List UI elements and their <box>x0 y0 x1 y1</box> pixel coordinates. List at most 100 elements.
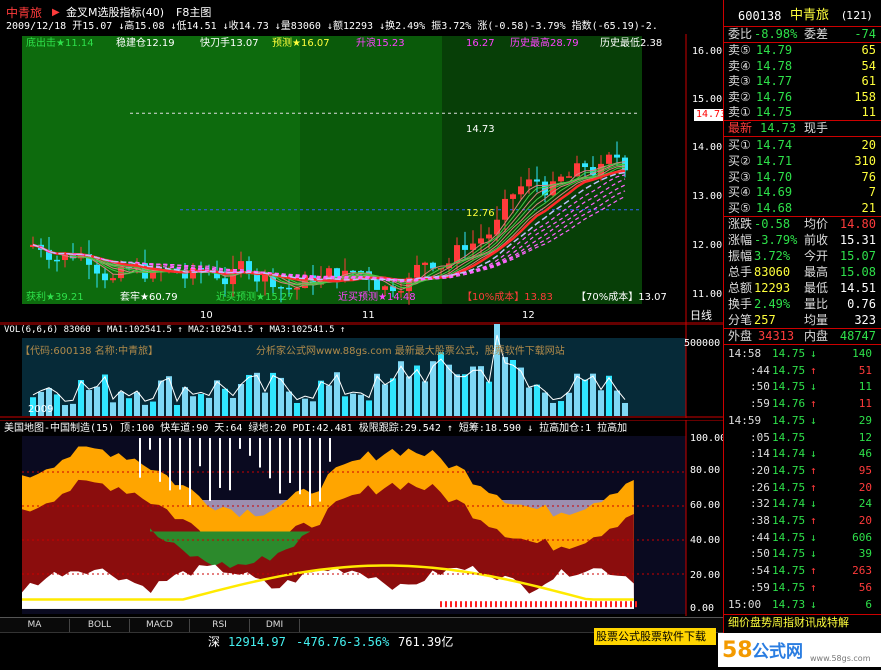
ask-vol: 65 <box>861 43 876 57</box>
tab-rsi[interactable]: RSI <box>190 619 250 632</box>
ask-row[interactable]: 卖① 14.75 11 <box>724 104 881 120</box>
label-jinmai2: 近买预测★14.48 <box>338 292 416 303</box>
level-lower-label: 12.76 <box>466 208 495 219</box>
index-value: 12914.97 <box>228 635 286 649</box>
volume-bar <box>550 402 556 416</box>
volume-bar <box>510 359 516 416</box>
ask-row[interactable]: 卖③ 14.77 61 <box>724 73 881 89</box>
tick-time: :26 <box>750 480 770 494</box>
bid-row[interactable]: 买⑤ 14.68 21 <box>724 200 881 216</box>
chart-label: F8主图 <box>176 6 212 19</box>
site-logo: 58 公式网 www.58gs.com <box>718 633 881 667</box>
ask-label: 卖① <box>728 105 751 120</box>
signal-tick <box>445 601 447 608</box>
weibi-label: 委比 <box>728 27 753 41</box>
panel-footer[interactable]: 细价盘势周指财讯成特解 <box>724 614 881 630</box>
signal-tick <box>515 601 517 608</box>
period-label[interactable]: 日线 <box>690 310 712 322</box>
tick-arrow: ↓ <box>810 413 817 427</box>
tick-row: :14 14.74 ↓ 46 <box>724 446 881 462</box>
weibi-value: -8.98% <box>754 27 798 41</box>
tab-boll[interactable]: BOLL <box>70 619 130 632</box>
tick-time: :44 <box>750 530 770 544</box>
volume-bar <box>174 404 180 416</box>
bid-price: 14.69 <box>756 185 793 200</box>
waipan-value: 34313 <box>758 329 795 343</box>
tick-row: :59 14.76 ↑ 11 <box>724 396 881 412</box>
panel-title: 600138 中青旅 (121) <box>724 8 881 24</box>
stat-row[interactable]: 总手 83060 最高 15.08 <box>724 264 881 280</box>
candle-body <box>614 154 620 158</box>
label-yuce: 预测★16.07 <box>272 38 330 49</box>
stock-name[interactable]: 中青旅 <box>6 7 42 19</box>
panel-footer-text[interactable]: 细价盘势周指财讯成特解 <box>728 617 849 629</box>
bid-vol: 310 <box>854 153 876 168</box>
stat-value: 323 <box>854 313 876 327</box>
bid-row[interactable]: 买① 14.74 20 <box>724 137 881 153</box>
tick-row: :50 14.75 ↓ 11 <box>724 379 881 395</box>
green-zone-2 <box>300 36 442 304</box>
stat-row[interactable]: 振幅 3.72% 今开 15.07 <box>724 248 881 264</box>
bid-vol: 7 <box>868 185 876 200</box>
ask-row[interactable]: 卖② 14.76 158 <box>724 89 881 105</box>
candle-body <box>462 245 468 250</box>
tick-vol: 6 <box>865 597 872 611</box>
stat-row[interactable]: 涨跌 -0.58 均价 14.80 <box>724 216 881 232</box>
candle-body <box>494 219 500 235</box>
bid-row[interactable]: 买③ 14.70 76 <box>724 169 881 185</box>
bid-price: 14.70 <box>756 169 793 184</box>
tick-price: 14.76 <box>772 397 806 411</box>
candle-body <box>54 259 60 262</box>
tick-time: 15:00 <box>728 597 762 611</box>
stat-row[interactable]: 涨幅 -3.79% 前收 15.31 <box>724 232 881 248</box>
tab-macd[interactable]: MACD <box>130 619 190 632</box>
bid-row[interactable]: 买② 14.71 310 <box>724 153 881 169</box>
tick-vol: 56 <box>858 580 872 594</box>
volume-bar <box>486 381 492 416</box>
volume-bar <box>566 392 572 416</box>
signal-tick <box>590 601 592 608</box>
stat-row[interactable]: 总额 12293 最低 14.51 <box>724 280 881 296</box>
indicator-arrow-icon[interactable]: ▶ <box>52 7 60 19</box>
price-chart[interactable] <box>0 34 723 324</box>
stat-label: 均价 <box>804 217 829 231</box>
volume-bar <box>326 385 332 416</box>
ask-vol: 11 <box>861 105 876 120</box>
tick-time: :54 <box>750 564 770 578</box>
volume-bar <box>62 405 68 416</box>
candle-body <box>502 198 508 220</box>
volume-bar <box>470 366 476 416</box>
label-huoli: 获利★39.21 <box>26 292 84 303</box>
volume-bar <box>382 384 388 416</box>
volume-bar <box>110 402 116 416</box>
tick-row: :44 14.75 ↑ 51 <box>724 363 881 379</box>
volume-bar <box>446 364 452 416</box>
stat-row[interactable]: 分笔 257 均量 323 <box>724 312 881 328</box>
indicator-name[interactable]: 金叉M选股指标(40) <box>66 7 164 19</box>
tick-row: :44 14.75 ↓ 606 <box>724 530 881 546</box>
ask-row[interactable]: 卖⑤ 14.79 65 <box>724 42 881 58</box>
latest-value: 14.73 <box>760 121 797 135</box>
tab-dmi[interactable]: DMI <box>250 619 300 632</box>
tick-price: 14.75 <box>772 347 806 360</box>
waipan-row: 外盘 34313 内盘 48747 <box>724 328 881 344</box>
signal-tick <box>510 601 512 608</box>
tab-ma[interactable]: MA <box>0 619 70 632</box>
stat-row[interactable]: 换手 2.49% 量比 0.76 <box>724 296 881 312</box>
tick-vol: 20 <box>858 514 872 527</box>
promo-banner[interactable]: 股票公式股票软件下载 <box>594 628 716 645</box>
candle-body <box>190 268 196 279</box>
indicator-chart[interactable] <box>0 420 723 616</box>
bid-price: 14.68 <box>756 201 793 216</box>
candle-body <box>534 179 540 182</box>
bid-row[interactable]: 买④ 14.69 7 <box>724 184 881 200</box>
tick-vol: 606 <box>852 530 872 544</box>
volume-bar <box>454 374 460 416</box>
label-wenjiancang: 稳建仓12.19 <box>116 38 175 49</box>
candle-body <box>582 163 588 168</box>
label-kuaidaoshou: 快刀手13.07 <box>200 38 259 49</box>
ytick-main-5: 11.00 <box>692 289 723 300</box>
ask-row[interactable]: 卖④ 14.78 54 <box>724 58 881 74</box>
signal-tick <box>620 601 622 608</box>
volume-chart[interactable] <box>0 324 723 418</box>
